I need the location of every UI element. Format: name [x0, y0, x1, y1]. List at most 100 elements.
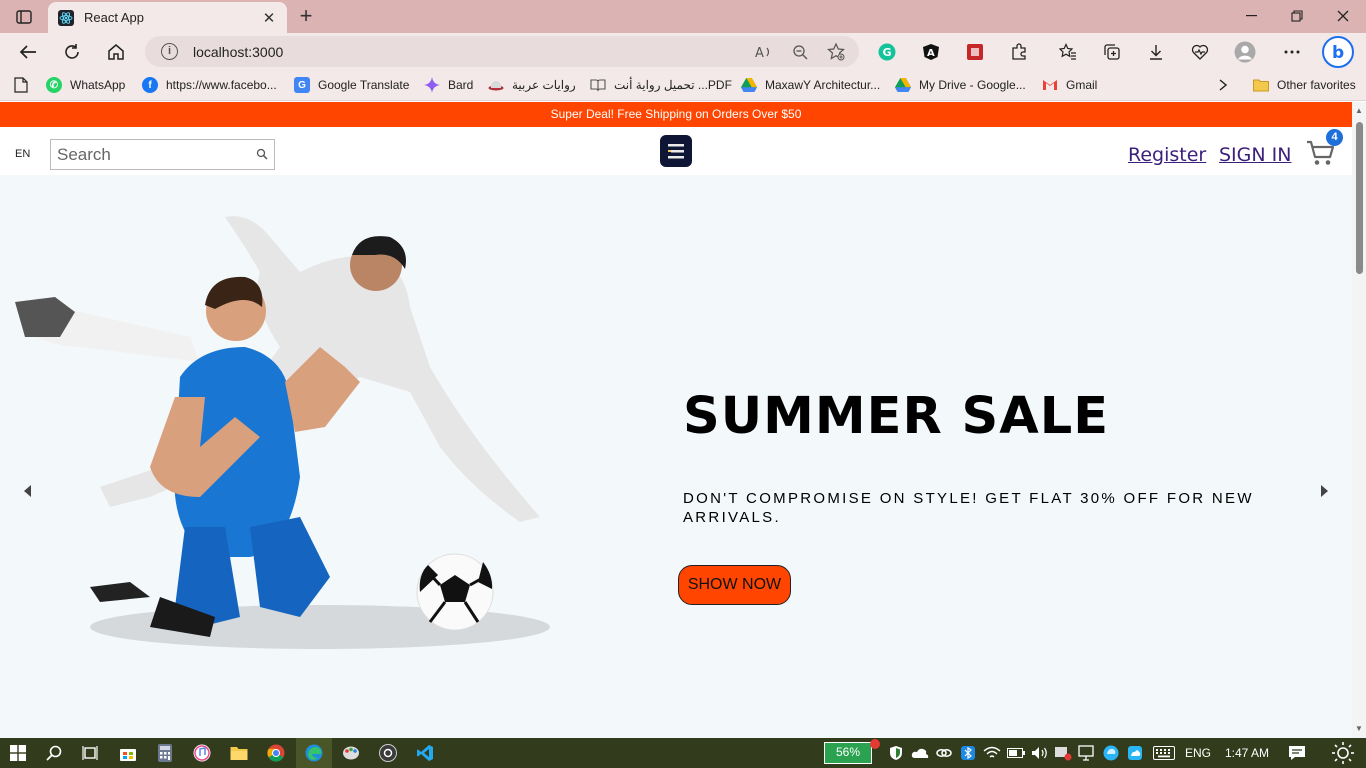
- language-selector[interactable]: EN: [15, 148, 30, 160]
- favorite-arabic-novels[interactable]: روايات عربية: [488, 77, 576, 93]
- hat-icon: [488, 77, 504, 93]
- favorite-my-drive[interactable]: My Drive - Google...: [895, 77, 1026, 93]
- back-icon[interactable]: [17, 41, 39, 63]
- store-icon[interactable]: [118, 743, 138, 763]
- itunes-icon[interactable]: [192, 743, 212, 763]
- search-input[interactable]: [51, 140, 251, 169]
- search-box: [50, 139, 275, 170]
- favorite-label: MaxawY Architectur...: [765, 78, 881, 92]
- favorite-label: روايات عربية: [512, 78, 576, 92]
- home-icon[interactable]: [105, 41, 127, 63]
- link-icon[interactable]: [934, 743, 954, 763]
- promo-banner: Super Deal! Free Shipping on Orders Over…: [0, 102, 1352, 127]
- scrollbar-thumb[interactable]: [1356, 122, 1363, 274]
- favorite-label: My Drive - Google...: [919, 78, 1026, 92]
- tab-title: React App: [84, 10, 144, 25]
- svg-text:A: A: [927, 48, 935, 59]
- bing-copilot-icon[interactable]: b: [1322, 36, 1354, 68]
- site-info-icon[interactable]: i: [161, 43, 178, 60]
- keyboard-icon[interactable]: [1152, 743, 1176, 763]
- address-bar[interactable]: i localhost:3000 A: [145, 36, 859, 67]
- svg-text:b: b: [1332, 43, 1344, 63]
- site-logo[interactable]: [660, 135, 692, 167]
- onedrive-cloud-icon[interactable]: [910, 743, 930, 763]
- favorite-pdf-novel[interactable]: تحميل رواية أنت ...PDF: [590, 77, 732, 93]
- security-shield-icon[interactable]: [886, 743, 906, 763]
- carousel-prev-icon[interactable]: [22, 484, 34, 498]
- other-favorites[interactable]: Other favorites: [1253, 77, 1356, 93]
- register-link[interactable]: Register: [1128, 144, 1206, 166]
- collections-icon[interactable]: [1101, 41, 1123, 63]
- minimize-icon[interactable]: [1240, 6, 1262, 26]
- favorite-label: تحميل رواية أنت ...PDF: [614, 78, 732, 92]
- media-player-icon[interactable]: [378, 743, 398, 763]
- favorites-bar: ✆ WhatsApp f https://www.facebo... G Goo…: [0, 70, 1366, 101]
- zoom-out-icon[interactable]: [791, 43, 809, 61]
- new-page-icon[interactable]: [14, 77, 28, 93]
- favorite-google-translate[interactable]: G Google Translate: [294, 77, 409, 93]
- task-view-icon[interactable]: [80, 743, 100, 763]
- carousel-next-icon[interactable]: [1318, 484, 1330, 498]
- refresh-icon[interactable]: [61, 41, 83, 63]
- notifications-icon[interactable]: [1287, 743, 1307, 763]
- display-tray-icon[interactable]: [1077, 743, 1097, 763]
- favorite-whatsapp[interactable]: ✆ WhatsApp: [46, 77, 125, 93]
- restore-icon[interactable]: [1286, 6, 1308, 26]
- profile-avatar-icon[interactable]: [1234, 41, 1256, 63]
- windows-start-icon[interactable]: [8, 743, 28, 763]
- close-tab-icon[interactable]: ✕: [261, 9, 277, 27]
- extension-red-icon[interactable]: [964, 41, 986, 63]
- favorite-label: Other favorites: [1277, 78, 1356, 92]
- read-aloud-icon[interactable]: A: [755, 43, 773, 61]
- favorite-label: https://www.facebo...: [166, 78, 277, 92]
- favorites-icon[interactable]: [1057, 41, 1079, 63]
- paint-app-icon[interactable]: [341, 743, 361, 763]
- favorite-bard[interactable]: Bard: [424, 77, 473, 93]
- wifi-icon[interactable]: [982, 743, 1002, 763]
- extensions-icon[interactable]: [1008, 41, 1030, 63]
- svg-text:A: A: [755, 46, 764, 60]
- favorite-facebook[interactable]: f https://www.facebo...: [142, 77, 277, 93]
- scroll-down-icon[interactable]: ▼: [1355, 724, 1363, 733]
- clock[interactable]: 1:47 AM: [1225, 746, 1269, 760]
- battery-percentage[interactable]: 56%: [824, 742, 872, 764]
- react-icon: [58, 9, 74, 26]
- facebook-icon: f: [142, 77, 158, 93]
- chevron-right-icon[interactable]: [1219, 79, 1227, 91]
- file-explorer-icon[interactable]: [229, 743, 249, 763]
- calculator-icon[interactable]: [155, 743, 175, 763]
- page-scrollbar[interactable]: ▲ ▼: [1352, 102, 1366, 738]
- more-menu-icon[interactable]: [1281, 41, 1303, 63]
- bluetooth-tray-icon[interactable]: [958, 743, 978, 763]
- close-window-icon[interactable]: [1332, 6, 1354, 26]
- url-text: localhost:3000: [193, 44, 284, 60]
- favorite-maxawy[interactable]: MaxawY Architectur...: [741, 77, 880, 93]
- volume-icon[interactable]: [1030, 743, 1050, 763]
- battery-icon[interactable]: [1006, 743, 1026, 763]
- add-favorite-icon[interactable]: [827, 43, 845, 61]
- search-icon[interactable]: [256, 148, 268, 160]
- hero-image: [15, 216, 550, 649]
- browser-tab-strip: React App ✕ +: [0, 0, 1366, 33]
- sign-in-link[interactable]: SIGN IN: [1219, 144, 1291, 166]
- edge-tray-icon[interactable]: [1101, 743, 1121, 763]
- search-icon[interactable]: [44, 743, 64, 763]
- tab-react-app[interactable]: React App ✕: [48, 2, 287, 33]
- tab-actions-icon[interactable]: [8, 6, 40, 28]
- grammarly-icon[interactable]: G: [876, 41, 898, 63]
- edge-icon[interactable]: [304, 743, 324, 763]
- input-language[interactable]: ENG: [1185, 746, 1211, 760]
- scroll-up-icon[interactable]: ▲: [1355, 106, 1363, 115]
- chrome-icon[interactable]: [266, 743, 286, 763]
- favorite-label: Gmail: [1066, 78, 1098, 92]
- app-tray-icon[interactable]: [1125, 743, 1145, 763]
- brightness-icon[interactable]: [1331, 741, 1355, 765]
- show-now-button[interactable]: SHOW NOW: [678, 565, 791, 605]
- vscode-icon[interactable]: [415, 743, 435, 763]
- new-tab-icon[interactable]: +: [295, 5, 317, 27]
- favorite-gmail[interactable]: Gmail: [1042, 77, 1097, 93]
- angular-devtools-icon[interactable]: A: [920, 41, 942, 63]
- devices-tray-icon[interactable]: [1053, 743, 1073, 763]
- downloads-icon[interactable]: [1145, 41, 1167, 63]
- performance-icon[interactable]: [1189, 41, 1211, 63]
